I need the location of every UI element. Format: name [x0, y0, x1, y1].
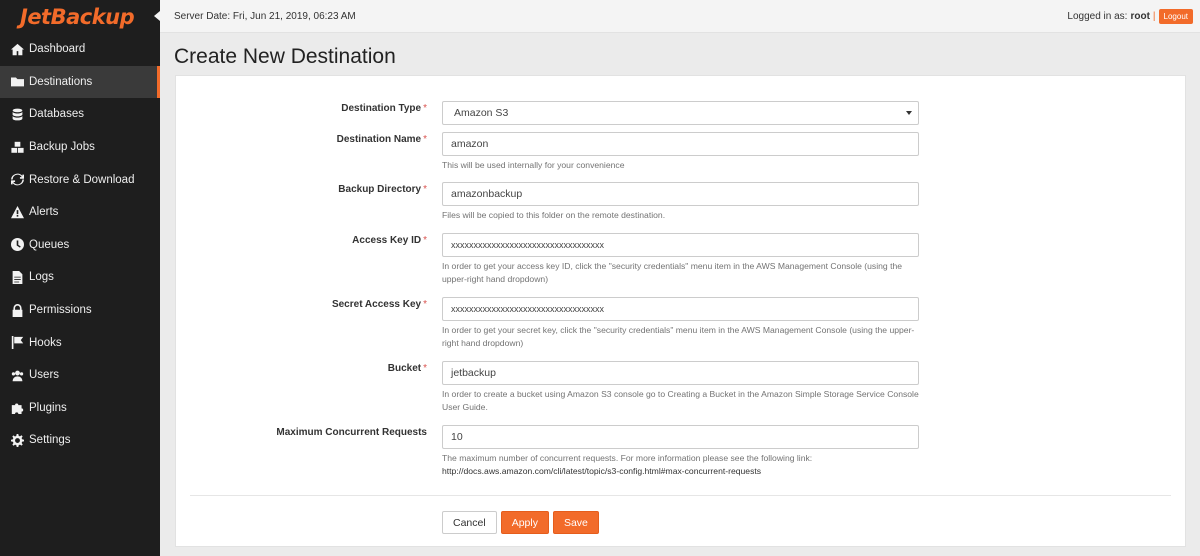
sidebar-item-label: Users — [29, 369, 60, 382]
sidebar-item-label: Logs — [29, 271, 54, 284]
sidebar-toggle[interactable] — [154, 11, 160, 21]
max-concurrent-requests-input[interactable]: 10 — [442, 425, 919, 449]
access-key-id-label: Access Key ID * — [352, 235, 427, 246]
top-bar: Server Date: Fri, Jun 21, 2019, 06:23 AM… — [154, 0, 1200, 33]
user-area: Logged in as: root | Logout — [1067, 8, 1193, 24]
server-date: Server Date: Fri, Jun 21, 2019, 06:23 AM — [174, 10, 356, 22]
bucket-input[interactable]: jetbackup — [442, 361, 919, 385]
max-concurrent-requests-help: The maximum number of concurrent request… — [442, 452, 919, 477]
save-button[interactable]: Save — [552, 511, 599, 534]
sidebar-item-hooks[interactable]: Hooks — [0, 326, 160, 359]
gear-icon — [10, 433, 24, 447]
caret-down-icon — [906, 111, 912, 115]
destination-name-label: Destination Name * — [336, 134, 427, 145]
destination-form-panel: Destination Type * Amazon S3 Destination … — [175, 75, 1186, 547]
aws-docs-link[interactable]: http://docs.aws.amazon.com/cli/latest/to… — [442, 465, 919, 478]
sidebar-item-databases[interactable]: Databases — [0, 98, 160, 131]
sidebar-item-restore-download[interactable]: Restore & Download — [0, 163, 160, 196]
clock-icon — [10, 238, 24, 252]
sidebar-item-label: Databases — [29, 108, 84, 121]
sidebar-item-label: Plugins — [29, 401, 67, 414]
sidebar-item-label: Settings — [29, 434, 71, 447]
sidebar-item-logs[interactable]: Logs — [0, 261, 160, 294]
sidebar-item-label: Hooks — [29, 336, 62, 349]
destination-type-value: Amazon S3 — [454, 107, 509, 119]
sidebar-item-label: Alerts — [29, 206, 59, 219]
sidebar-item-permissions[interactable]: Permissions — [0, 294, 160, 327]
secret-access-key-help: In order to get your secret key, click t… — [442, 325, 915, 348]
destination-name-help: This will be used internally for your co… — [442, 160, 625, 170]
sidebar-item-backup-jobs[interactable]: Backup Jobs — [0, 131, 160, 164]
cubes-icon — [10, 140, 24, 154]
username: root — [1130, 10, 1150, 22]
cancel-button[interactable]: Cancel — [442, 511, 497, 534]
form-divider — [190, 495, 1171, 496]
sidebar-item-label: Permissions — [29, 304, 92, 317]
sidebar-item-label: Restore & Download — [29, 173, 135, 186]
sidebar-item-destinations[interactable]: Destinations — [0, 65, 160, 99]
backup-directory-input[interactable]: amazonbackup — [442, 182, 919, 206]
jetbackup-logo[interactable]: JetBackup — [0, 0, 160, 33]
warning-icon — [10, 205, 24, 219]
access-key-id-input[interactable]: xxxxxxxxxxxxxxxxxxxxxxxxxxxxxxxxxx — [442, 233, 919, 257]
folder-icon — [10, 75, 24, 89]
sidebar-item-label: Queues — [29, 238, 70, 251]
backup-directory-label: Backup Directory * — [338, 184, 427, 195]
puzzle-icon — [10, 401, 24, 415]
database-icon — [10, 107, 24, 121]
logout-button[interactable]: Logout — [1158, 8, 1193, 24]
logged-in-label: Logged in as: — [1067, 10, 1128, 22]
access-key-id-help: In order to get your access key ID, clic… — [442, 261, 903, 284]
sidebar-item-dashboard[interactable]: Dashboard — [0, 33, 160, 66]
sidebar-item-plugins[interactable]: Plugins — [0, 392, 160, 425]
destination-type-select[interactable]: Amazon S3 — [442, 101, 919, 125]
sidebar-item-label: Dashboard — [29, 43, 86, 56]
sidebar-item-users[interactable]: Users — [0, 359, 160, 392]
sidebar-item-alerts[interactable]: Alerts — [0, 196, 160, 229]
sidebar-item-label: Destinations — [29, 75, 93, 88]
refresh-icon — [10, 173, 24, 187]
sidebar-nav: Dashboard Destinations Databases Backup … — [0, 33, 160, 457]
sidebar: JetBackup Dashboard Destinations Databas… — [0, 0, 160, 556]
destination-type-label: Destination Type * — [341, 103, 427, 114]
separator: | — [1152, 10, 1156, 22]
apply-button[interactable]: Apply — [500, 511, 549, 534]
max-concurrent-requests-label: Maximum Concurrent Requests — [276, 427, 427, 438]
file-icon — [10, 270, 24, 284]
destination-name-input[interactable]: amazon — [442, 132, 919, 156]
sidebar-item-label: Backup Jobs — [29, 141, 95, 154]
secret-access-key-input[interactable]: xxxxxxxxxxxxxxxxxxxxxxxxxxxxxxxxxx — [442, 297, 919, 321]
sidebar-item-settings[interactable]: Settings — [0, 424, 160, 457]
bucket-help: In order to create a bucket using Amazon… — [442, 389, 919, 412]
flag-icon — [10, 336, 24, 350]
bucket-label: Bucket * — [387, 363, 427, 374]
form-actions: Cancel Apply Save — [442, 511, 599, 534]
users-icon — [10, 368, 24, 382]
lock-icon — [10, 303, 24, 317]
page-title: Create New Destination — [174, 45, 396, 68]
home-icon — [10, 42, 24, 56]
sidebar-item-queues[interactable]: Queues — [0, 229, 160, 262]
max-concurrent-requests-help-text: The maximum number of concurrent request… — [442, 453, 813, 463]
backup-directory-help: Files will be copied to this folder on t… — [442, 210, 666, 220]
secret-access-key-label: Secret Access Key * — [331, 299, 427, 310]
